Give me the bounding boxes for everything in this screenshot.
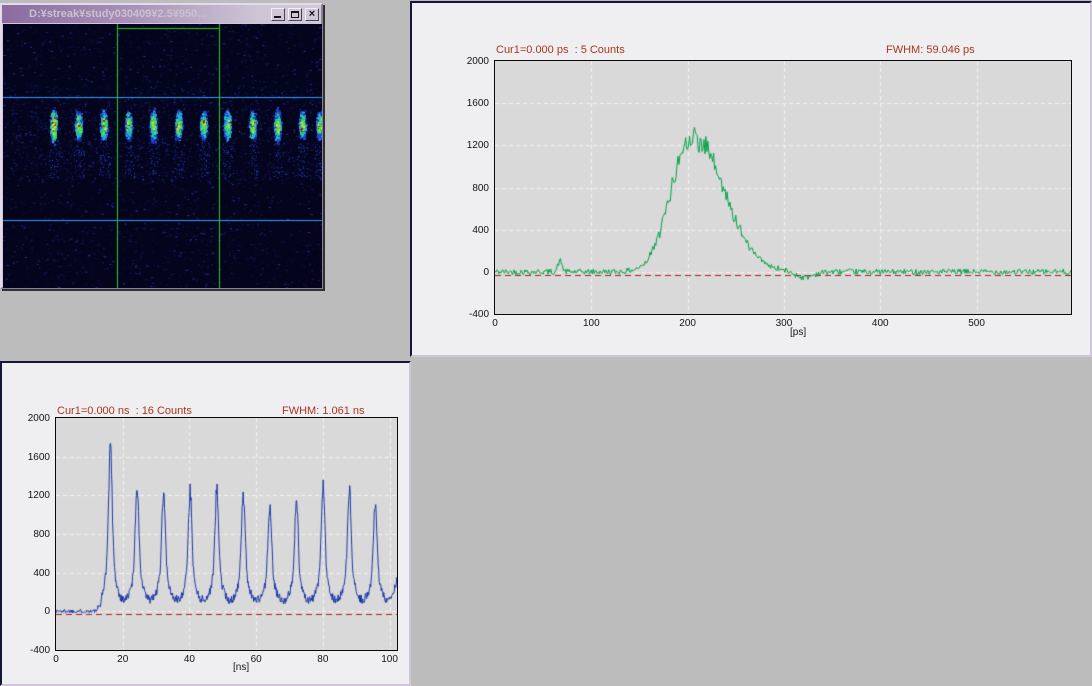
x-axis-tick-label: 400 (863, 318, 897, 329)
time-profile-panel-ns: Cur1=0.000 ns : 16 Counts Cur2=102.231 n… (0, 361, 411, 686)
window-titlebar[interactable]: D:¥streak¥study030409¥2.5¥950... × (2, 5, 321, 23)
cur1-readout: Cur1=0.000 ps : 5 Counts (496, 44, 658, 57)
streak-image-window: D:¥streak¥study030409¥2.5¥950... × (0, 3, 323, 289)
close-button[interactable]: × (305, 8, 319, 21)
x-axis-tick-label: 20 (106, 654, 140, 665)
minimize-icon (274, 16, 281, 18)
y-axis-tick-label: 2000 (10, 413, 50, 424)
y-axis-tick-label: 1600 (449, 98, 489, 109)
y-axis-tick-label: 2000 (449, 56, 489, 67)
window-title: D:¥streak¥study030409¥2.5¥950... (29, 8, 206, 20)
x-axis-tick-label: 200 (671, 318, 705, 329)
x-axis-unit-label: [ns] (233, 662, 273, 673)
minimize-button[interactable] (271, 8, 285, 21)
maximize-button[interactable] (288, 8, 302, 21)
maximize-icon (291, 11, 299, 18)
streak-image-area[interactable] (3, 24, 322, 288)
close-icon: × (306, 9, 318, 20)
streak-image-canvas[interactable] (3, 24, 322, 288)
x-axis-unit-label: [ps] (790, 327, 830, 338)
x-axis-tick-label: 40 (172, 654, 206, 665)
profile-ps-plot-area[interactable] (494, 60, 1072, 315)
y-axis-tick-label: 0 (449, 267, 489, 278)
x-axis-tick-label: 500 (960, 318, 994, 329)
y-axis-tick-label: 1200 (449, 140, 489, 151)
y-axis-tick-label: 400 (449, 225, 489, 236)
y-axis-tick-label: 0 (10, 606, 50, 617)
y-axis-tick-label: 800 (10, 529, 50, 540)
x-axis-tick-label: 0 (478, 318, 512, 329)
y-axis-tick-label: 400 (10, 568, 50, 579)
x-axis-tick-label: 100 (373, 654, 407, 665)
x-axis-tick-label: 100 (574, 318, 608, 329)
time-profile-panel-ps: Cur1=0.000 ps : 5 Counts Cur2=598.061 ps… (410, 1, 1092, 357)
x-axis-tick-label: 80 (306, 654, 340, 665)
y-axis-tick-label: 800 (449, 183, 489, 194)
profile-ns-plot-area[interactable] (55, 417, 398, 651)
profile-ns-trace-canvas[interactable] (56, 418, 397, 650)
fwhm-readout: FWHM: 59.046 ps (886, 44, 975, 57)
y-axis-tick-label: 1200 (10, 490, 50, 501)
profile-ps-trace-canvas[interactable] (495, 61, 1071, 314)
x-axis-tick-label: 0 (39, 654, 73, 665)
y-axis-tick-label: 1600 (10, 452, 50, 463)
